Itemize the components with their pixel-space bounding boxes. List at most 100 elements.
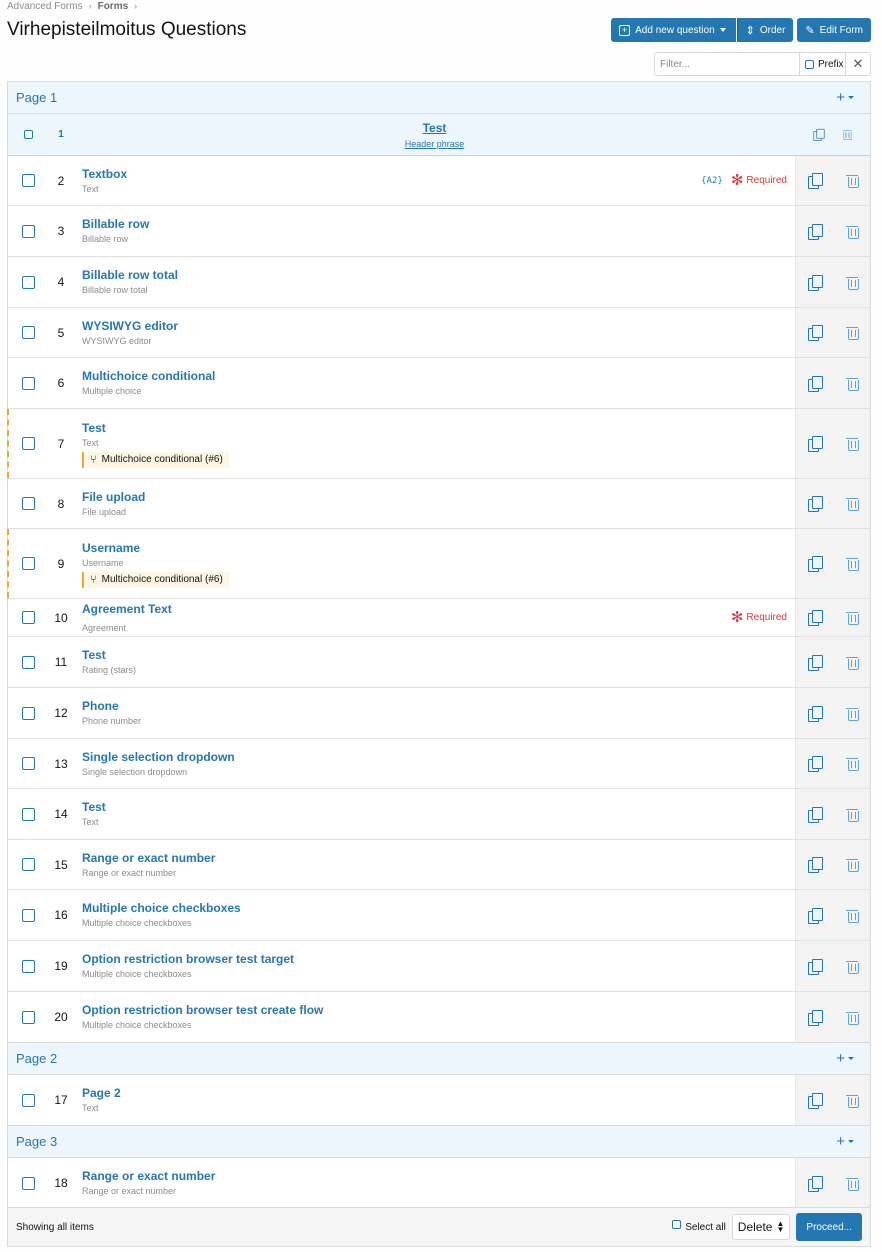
breadcrumb-item-advanced-forms[interactable]: Advanced Forms <box>7 1 83 12</box>
question-title[interactable]: Multichoice conditional <box>82 368 787 384</box>
trash-icon[interactable] <box>846 1176 859 1191</box>
question-title[interactable]: Range or exact number <box>82 1168 787 1184</box>
row-checkbox[interactable] <box>21 174 35 187</box>
copy-icon[interactable] <box>808 756 823 772</box>
copy-icon[interactable] <box>808 223 823 240</box>
trash-icon[interactable] <box>846 376 859 391</box>
question-title[interactable]: Phone <box>82 698 787 714</box>
page-title-label[interactable]: Page 1 <box>16 90 57 105</box>
row-checkbox[interactable] <box>21 497 35 510</box>
trash-icon[interactable] <box>846 556 859 571</box>
row-checkbox[interactable] <box>21 224 35 238</box>
copy-icon[interactable] <box>808 274 823 291</box>
copy-icon[interactable] <box>808 325 823 341</box>
copy-icon[interactable] <box>808 958 823 975</box>
question-title[interactable]: Page 2 <box>82 1085 787 1101</box>
select-all-checkbox[interactable] <box>672 1219 682 1229</box>
trash-icon[interactable] <box>846 275 859 290</box>
copy-icon[interactable] <box>808 1092 823 1109</box>
select-all[interactable]: Select all <box>672 1219 726 1233</box>
edit-form-button[interactable]: ✎ Edit Form <box>797 18 871 42</box>
question-title[interactable]: Billable row total <box>82 267 787 283</box>
row-checkbox[interactable] <box>23 130 33 139</box>
row-checkbox[interactable] <box>21 376 35 390</box>
copy-icon[interactable] <box>808 375 823 392</box>
trash-icon[interactable] <box>846 1093 859 1108</box>
row-checkbox[interactable] <box>21 706 35 720</box>
close-icon[interactable]: ✕ <box>846 53 870 75</box>
copy-icon[interactable] <box>808 436 823 452</box>
copy-icon[interactable] <box>808 496 823 512</box>
trash-icon[interactable] <box>846 436 859 451</box>
trash-icon[interactable] <box>846 325 859 340</box>
trash-icon[interactable] <box>846 908 859 923</box>
question-title[interactable]: Test <box>82 420 787 436</box>
prefix-checkbox[interactable] <box>805 59 814 69</box>
header-phrase-title[interactable]: Test <box>74 121 795 135</box>
copy-icon[interactable] <box>808 610 823 626</box>
row-checkbox[interactable] <box>21 757 35 770</box>
trash-icon[interactable] <box>846 807 859 822</box>
question-title[interactable]: File upload <box>82 489 787 505</box>
trash-icon[interactable] <box>842 129 852 141</box>
question-title[interactable]: Option restriction browser test create f… <box>82 1002 787 1018</box>
trash-icon[interactable] <box>846 496 859 511</box>
row-checkbox[interactable] <box>21 326 35 339</box>
trash-icon[interactable] <box>846 224 859 239</box>
question-title[interactable]: Single selection dropdown <box>82 749 787 765</box>
question-title[interactable]: Agreement Text <box>82 601 172 617</box>
copy-icon[interactable] <box>808 173 823 189</box>
row-checkbox[interactable] <box>21 1176 35 1190</box>
trash-icon[interactable] <box>846 173 859 188</box>
row-checkbox[interactable] <box>21 655 35 669</box>
row-checkbox[interactable] <box>21 275 35 289</box>
row-checkbox[interactable] <box>21 908 35 922</box>
trash-icon[interactable] <box>846 655 859 670</box>
question-title[interactable]: Textbox <box>82 166 701 182</box>
question-title[interactable]: Range or exact number <box>82 850 787 866</box>
copy-icon[interactable] <box>808 654 823 671</box>
header-phrase-subtitle[interactable]: Header phrase <box>74 139 795 149</box>
copy-icon[interactable] <box>808 1175 823 1192</box>
copy-icon[interactable] <box>808 907 823 924</box>
row-checkbox[interactable] <box>21 611 35 624</box>
question-title[interactable]: Billable row <box>82 216 787 232</box>
trash-icon[interactable] <box>846 706 859 721</box>
prefix-toggle[interactable]: Prefix <box>800 53 846 75</box>
add-question-to-page-button[interactable]: + <box>836 1133 854 1150</box>
add-question-to-page-button[interactable]: + <box>836 1050 854 1067</box>
add-question-to-page-button[interactable]: + <box>836 89 854 106</box>
row-checkbox[interactable] <box>21 557 35 570</box>
row-checkbox[interactable] <box>21 959 35 973</box>
row-checkbox[interactable] <box>21 1093 35 1107</box>
copy-icon[interactable] <box>808 857 823 873</box>
copy-icon[interactable] <box>813 128 825 141</box>
trash-icon[interactable] <box>846 610 859 625</box>
page-title-label[interactable]: Page 3 <box>16 1134 57 1149</box>
question-title[interactable]: Option restriction browser test target <box>82 951 787 967</box>
question-title[interactable]: Username <box>82 540 787 556</box>
page-title-label[interactable]: Page 2 <box>16 1051 57 1066</box>
trash-icon[interactable] <box>846 857 859 872</box>
row-checkbox[interactable] <box>21 858 35 871</box>
question-title[interactable]: Test <box>82 799 787 815</box>
filter-input[interactable]: Filter... <box>655 53 800 75</box>
trash-icon[interactable] <box>846 756 859 771</box>
row-checkbox[interactable] <box>21 807 35 821</box>
question-title[interactable]: Test <box>82 647 787 663</box>
row-checkbox[interactable] <box>21 1010 35 1024</box>
copy-icon[interactable] <box>808 705 823 722</box>
trash-icon[interactable] <box>846 959 859 974</box>
add-new-question-button[interactable]: + Add new question <box>611 18 736 42</box>
row-checkbox[interactable] <box>21 437 35 450</box>
proceed-button[interactable]: Proceed... <box>796 1213 862 1241</box>
action-select[interactable]: Delete ▲ ▼ <box>731 1214 791 1240</box>
trash-icon[interactable] <box>846 1010 859 1025</box>
copy-icon[interactable] <box>808 1009 823 1026</box>
breadcrumb-item-forms[interactable]: Forms <box>98 1 129 12</box>
order-button[interactable]: ⇕ Order <box>736 18 794 42</box>
question-title[interactable]: WYSIWYG editor <box>82 318 787 334</box>
question-title[interactable]: Multiple choice checkboxes <box>82 900 787 916</box>
copy-icon[interactable] <box>808 556 823 572</box>
copy-icon[interactable] <box>808 806 823 823</box>
